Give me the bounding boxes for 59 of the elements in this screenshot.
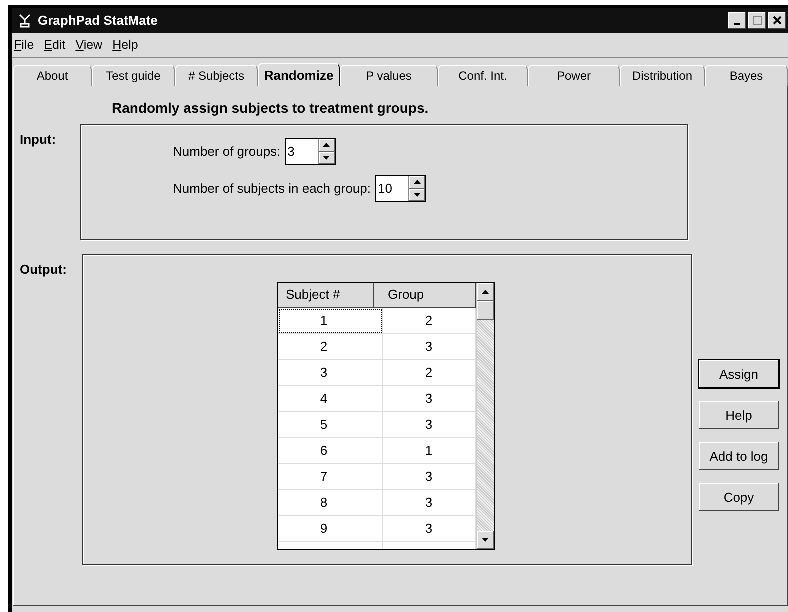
table-cell: 3 <box>383 412 476 438</box>
push-button[interactable]: Add to log <box>699 442 779 470</box>
table-cell: 1 <box>278 308 383 334</box>
push-button[interactable]: Copy <box>699 483 779 511</box>
heading: Randomly assign subjects to treatment groups. <box>111 100 430 118</box>
menu-item[interactable]: File <box>14 38 34 52</box>
table-cell: 3 <box>383 386 476 412</box>
maximize-icon <box>752 16 762 25</box>
tab[interactable]: Power <box>528 65 620 86</box>
table-cell: 3 <box>383 334 476 360</box>
down-arrow-icon[interactable] <box>414 192 420 197</box>
table-cell: 5 <box>278 412 383 438</box>
tab[interactable]: Test guide <box>92 65 175 86</box>
tab[interactable]: Randomize <box>258 63 340 86</box>
push-button[interactable]: Assign <box>699 360 779 388</box>
table-cell: 7 <box>278 464 383 490</box>
scroll-thumb[interactable] <box>477 301 494 320</box>
table-cell: 3 <box>383 516 476 542</box>
table-cell: 1 <box>383 438 476 464</box>
app-icon <box>18 14 32 28</box>
table-cell: 2 <box>278 334 383 360</box>
down-arrow-icon[interactable] <box>323 156 330 160</box>
menu-item[interactable]: Help <box>112 38 138 52</box>
table-cell: 3 <box>383 490 476 516</box>
tab[interactable]: Distribution <box>620 65 705 86</box>
window-title: GraphPad StatMate <box>38 13 158 28</box>
close-button[interactable] <box>768 12 786 29</box>
up-arrow-icon[interactable] <box>414 180 420 184</box>
spin-field[interactable]: 10 <box>375 175 426 202</box>
section-label: Input: <box>20 131 58 149</box>
table-cell: 9 <box>278 516 383 542</box>
table-cell: 4 <box>278 386 383 412</box>
tab[interactable]: # Subjects <box>175 65 258 86</box>
up-arrow-icon[interactable] <box>482 290 489 294</box>
tab[interactable]: Conf. Int. <box>438 65 528 86</box>
table-cell: 3 <box>383 464 476 490</box>
minimize-button[interactable] <box>728 12 746 29</box>
table-cell: 6 <box>278 438 383 464</box>
column-header: Group <box>374 283 476 308</box>
column-header: Subject # <box>278 283 374 308</box>
tab[interactable]: Bayes <box>705 65 788 86</box>
tab[interactable]: About <box>13 65 92 86</box>
field-label: Number of subjects in each group: <box>173 181 371 196</box>
table-cell: 3 <box>278 360 383 386</box>
tab[interactable]: P values <box>340 65 438 86</box>
minimize-icon <box>734 22 740 24</box>
field-label: Number of groups: <box>173 144 281 159</box>
up-arrow-icon[interactable] <box>323 143 330 148</box>
table-cell: 2 <box>383 308 476 334</box>
menu-item[interactable]: View <box>76 38 103 52</box>
section-label: Output: <box>20 261 68 279</box>
table-cell: 2 <box>383 360 476 386</box>
menu-item[interactable]: Edit <box>44 38 66 52</box>
table-cell: 8 <box>278 490 383 516</box>
push-button[interactable]: Help <box>699 401 779 429</box>
down-arrow-icon[interactable] <box>482 538 489 542</box>
close-icon <box>772 16 782 25</box>
spin-field[interactable]: 3 <box>284 138 336 165</box>
scrollbar[interactable] <box>476 283 494 549</box>
